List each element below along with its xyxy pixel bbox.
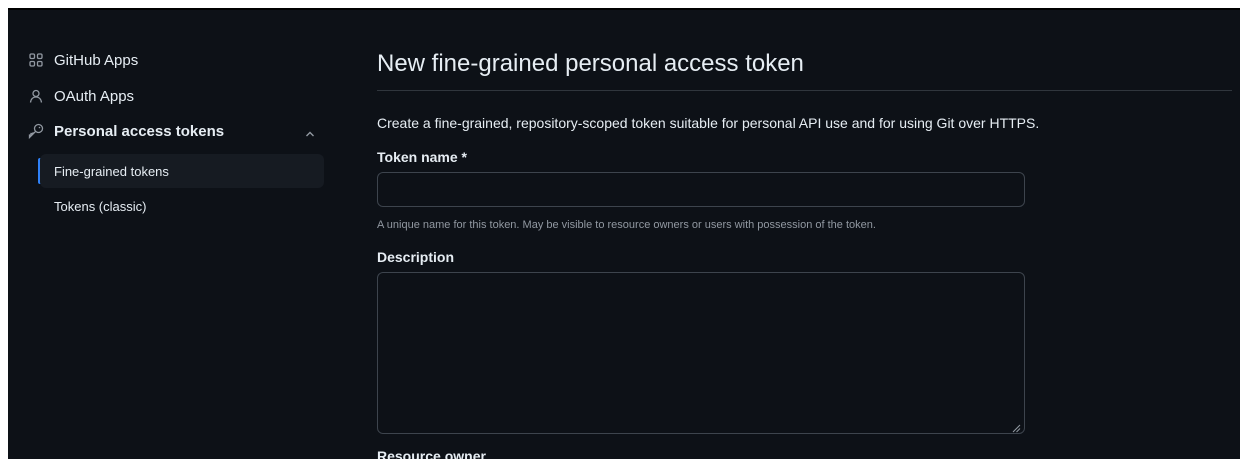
sidebar-item-label: GitHub Apps [54,51,139,69]
sidebar-item-tokens-classic[interactable]: Tokens (classic) [40,189,324,223]
app-window: GitHub Apps OAuth Apps Personal access t… [8,8,1240,459]
page-title: New fine-grained personal access token [377,50,804,77]
key-icon [28,123,44,139]
sidebar-item-oauth-apps[interactable]: OAuth Apps [28,84,134,108]
description-label: Description [377,249,455,265]
settings-sidebar: GitHub Apps OAuth Apps Personal access t… [8,10,338,459]
sidebar-item-label: OAuth Apps [54,87,135,105]
sidebar-item-label: Personal access tokens [54,122,225,140]
sidebar-item-fine-grained-tokens[interactable]: Fine-grained tokens [40,154,324,188]
resize-grip-icon[interactable] [1011,420,1021,433]
sidebar-item-github-apps[interactable]: GitHub Apps [28,48,138,72]
resource-owner-label: Resource owner [377,448,486,459]
main-content: New fine-grained personal access token C… [377,10,1232,459]
token-name-label: Token name * [377,149,467,165]
sidebar-subitem-label: Fine-grained tokens [54,163,169,179]
sidebar-item-personal-access-tokens[interactable]: Personal access tokens [28,119,224,143]
token-name-input[interactable] [377,172,1025,207]
token-name-hint: A unique name for this token. May be vis… [377,219,876,231]
intro-text: Create a fine-grained, repository-scoped… [377,115,1040,131]
title-divider [377,90,1232,91]
chevron-up-icon[interactable] [303,127,317,141]
sidebar-subitem-label: Tokens (classic) [54,198,147,214]
person-icon [28,88,44,104]
apps-icon [28,52,44,68]
description-textarea[interactable] [377,272,1025,434]
